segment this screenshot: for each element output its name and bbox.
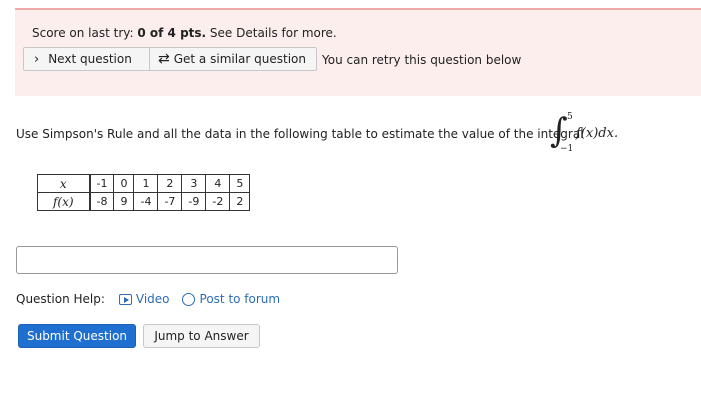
forum-label: Post to forum [199, 292, 281, 306]
score-line: Score on last try: 0 of 4 pts. See Detai… [32, 26, 337, 40]
speech-bubble-icon [181, 292, 195, 306]
video-link[interactable]: Video [118, 292, 170, 306]
x-value: 5 [229, 174, 251, 193]
integral-upper-limit: 5 [567, 112, 573, 122]
answer-input[interactable] [16, 246, 398, 274]
fx-value: -2 [205, 192, 231, 211]
fx-value: -8 [88, 192, 115, 211]
x-value: 1 [133, 174, 159, 193]
x-value: 3 [181, 174, 207, 193]
x-value: 0 [113, 174, 135, 193]
video-label: Video [135, 292, 170, 306]
video-icon [118, 293, 132, 305]
x-header: x [37, 174, 91, 193]
integral-lower-limit: −1 [560, 144, 574, 154]
fx-header: f(x) [37, 192, 91, 211]
integrand: f(x)dx. [576, 126, 619, 141]
refresh-icon: ⇄ [158, 51, 170, 67]
question-text: Use Simpson's Rule and all the data in t… [16, 127, 584, 141]
fx-row: f(x) -8 9 -4 -7 -9 -2 2 [37, 192, 251, 211]
fx-value: -7 [157, 192, 183, 211]
next-question-button[interactable]: › Next question [23, 47, 164, 71]
x-value: -1 [88, 174, 115, 193]
submit-question-button[interactable]: Submit Question [18, 324, 136, 348]
x-row: x -1 0 1 2 3 4 5 [37, 174, 251, 193]
fx-value: 2 [229, 192, 251, 211]
integral-expression: ∫ 5 −1 f(x)dx. [550, 111, 640, 156]
data-table: x -1 0 1 2 3 4 5 f(x) -8 9 -4 -7 -9 -2 2 [37, 174, 251, 211]
similar-question-label: Get a similar question [173, 52, 306, 66]
similar-question-button[interactable]: ⇄ Get a similar question [149, 47, 317, 71]
help-label: Question Help: [16, 292, 105, 306]
x-value: 4 [205, 174, 231, 193]
jump-to-answer-button[interactable]: Jump to Answer [143, 324, 260, 348]
forum-link[interactable]: Post to forum [180, 292, 281, 306]
fx-value: -4 [133, 192, 159, 211]
question-help: Question Help: Video Post to forum [16, 292, 290, 306]
fx-value: -9 [181, 192, 207, 211]
score-suffix: See Details for more. [206, 26, 337, 40]
next-question-label: Next question [48, 52, 132, 66]
score-prefix: Score on last try: [32, 26, 138, 40]
chevron-right-icon: › [34, 51, 40, 67]
fx-value: 9 [113, 192, 135, 211]
retry-text: You can retry this question below [322, 53, 522, 67]
score-value: 0 of 4 pts. [137, 26, 207, 40]
x-value: 2 [157, 174, 183, 193]
